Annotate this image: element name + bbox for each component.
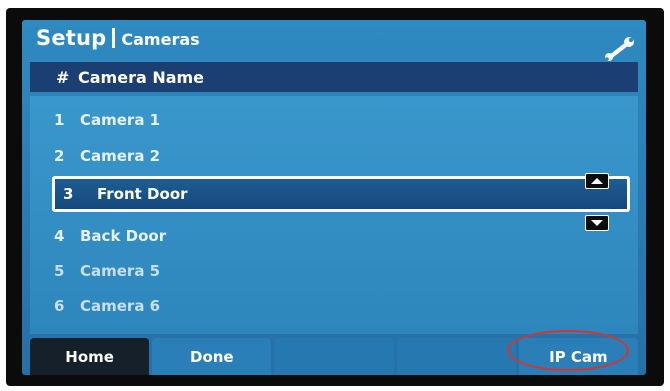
title-separator [112, 28, 116, 48]
table-row[interactable]: 1 Camera 1 [30, 103, 638, 137]
tab-empty-1 [274, 338, 394, 375]
row-number: 2 [54, 147, 65, 165]
camera-list: 1 Camera 1 2 Camera 2 3 Front Door 4 Bac… [30, 96, 638, 334]
wrench-icon[interactable] [602, 34, 636, 62]
header-number: # [56, 67, 70, 87]
row-camera-name: Back Door [80, 227, 167, 245]
table-header: # Camera Name [30, 62, 638, 92]
scroll-down-button[interactable] [585, 215, 609, 231]
row-camera-name: Camera 1 [80, 111, 161, 129]
tab-empty-2 [396, 338, 516, 375]
table-row[interactable]: 4 Back Door [30, 219, 638, 253]
table-row[interactable]: 5 Camera 5 [30, 254, 638, 288]
header-camera-name: Camera Name [78, 67, 205, 87]
row-camera-name: Camera 2 [80, 147, 161, 165]
row-camera-name: Front Door [97, 185, 188, 203]
triangle-down-icon [591, 220, 603, 226]
table-row[interactable]: 6 Camera 6 [30, 289, 638, 323]
table-row[interactable]: 2 Camera 2 [30, 139, 638, 173]
tab-done[interactable]: Done [152, 338, 272, 375]
row-number: 3 [63, 185, 74, 203]
tab-home[interactable]: Home [30, 338, 150, 375]
row-number: 4 [54, 227, 65, 245]
tab-ip-cam[interactable]: IP Cam [518, 338, 639, 375]
row-camera-name: Camera 5 [80, 262, 161, 280]
page-title: Setup Cameras [36, 26, 200, 56]
touchscreen: Setup Cameras # Camera Name 1 Camera 1 2 … [22, 20, 646, 375]
row-number: 1 [54, 111, 65, 129]
table-row-selected[interactable]: 3 Front Door [52, 176, 630, 212]
title-main: Setup [36, 26, 107, 50]
bottom-tab-bar: Home Done IP Cam [30, 338, 639, 375]
scroll-up-button[interactable] [585, 173, 609, 189]
triangle-up-icon [591, 178, 603, 184]
row-camera-name: Camera 6 [80, 297, 161, 315]
title-sub: Cameras [121, 30, 200, 49]
row-number: 5 [54, 262, 65, 280]
row-number: 6 [54, 297, 65, 315]
